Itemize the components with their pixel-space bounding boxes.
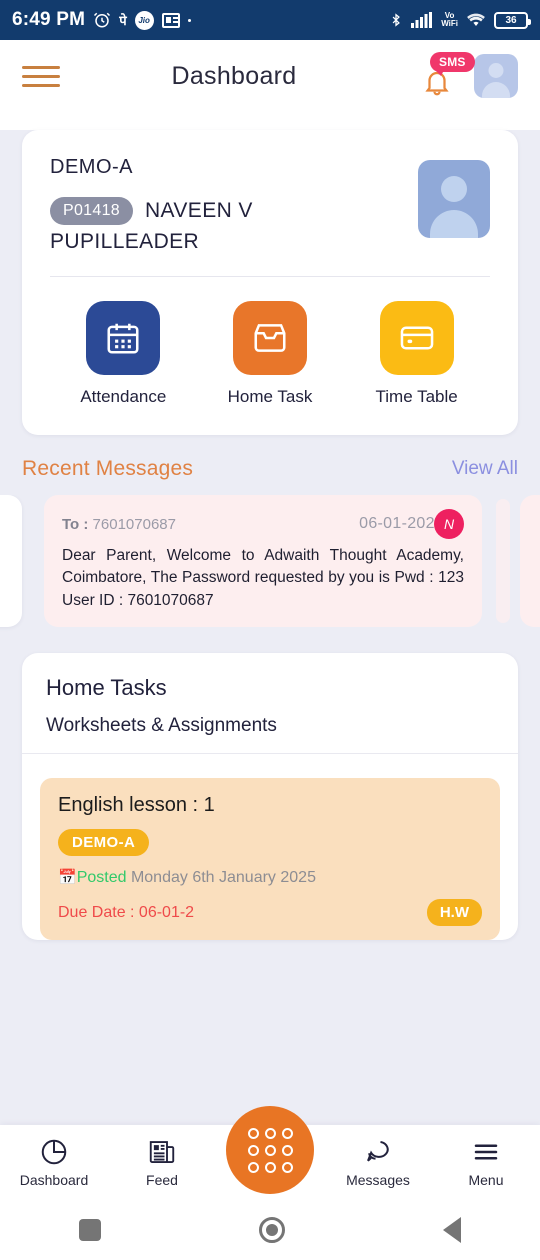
grid-apps-icon bbox=[247, 1127, 293, 1173]
notification-bell-button[interactable]: SMS bbox=[418, 52, 475, 100]
message-meta-row: To : 7601070687 06-01-2025 N bbox=[62, 509, 464, 539]
triangle-back-icon[interactable] bbox=[443, 1217, 461, 1243]
wifi-icon bbox=[466, 12, 486, 28]
pie-chart-icon bbox=[41, 1139, 67, 1165]
android-navigation-bar bbox=[0, 1200, 540, 1260]
message-card-peek-right-far[interactable] bbox=[496, 499, 510, 623]
home-tasks-header: Home Tasks Worksheets & Assignments bbox=[22, 653, 518, 753]
task-row[interactable]: English lesson : 1 DEMO-A 📅Posted Monday… bbox=[40, 778, 500, 940]
app-header: Dashboard SMS bbox=[0, 40, 540, 112]
inbox-tray-icon bbox=[254, 324, 286, 352]
home-task-icon-tile bbox=[232, 301, 307, 375]
student-name-row: P01418 NAVEEN V bbox=[50, 197, 418, 225]
page-title: Dashboard bbox=[171, 61, 297, 90]
circle-home-icon[interactable] bbox=[259, 1217, 285, 1243]
nav-item-feed[interactable]: Feed bbox=[108, 1137, 216, 1188]
view-all-messages-link[interactable]: View All bbox=[452, 458, 518, 480]
dashboard-page: DEMO-A P01418 NAVEEN V PUPILLEADER Atten… bbox=[0, 130, 540, 1260]
chat-bubble-icon bbox=[367, 1141, 389, 1162]
message-to-label: To : bbox=[62, 515, 89, 533]
battery-icon: 36 bbox=[494, 11, 531, 29]
battery-level: 36 bbox=[505, 14, 517, 26]
android-status-bar: 6:49 PM पे Jio Vo WiFi 36 bbox=[0, 0, 540, 40]
sms-badge: SMS bbox=[430, 52, 475, 76]
profile-top-row: DEMO-A P01418 NAVEEN V PUPILLEADER bbox=[50, 156, 490, 254]
hamburger-icon bbox=[474, 1144, 498, 1160]
home-tasks-title: Home Tasks bbox=[46, 675, 167, 700]
quick-action-label: Time Table bbox=[375, 387, 458, 406]
message-to-number: 7601070687 bbox=[92, 515, 176, 533]
student-id-badge: P01418 bbox=[50, 197, 133, 225]
student-name: NAVEEN V bbox=[144, 199, 253, 222]
signal-bars-icon bbox=[411, 12, 433, 28]
profile-info: DEMO-A P01418 NAVEEN V PUPILLEADER bbox=[50, 156, 418, 254]
task-posted-date: Monday 6th January 2025 bbox=[130, 869, 316, 886]
news-icon bbox=[161, 12, 180, 28]
message-card-peek-left[interactable] bbox=[0, 495, 22, 627]
message-body: Dear Parent, Welcome to Adwaith Thought … bbox=[62, 547, 464, 609]
quick-action-label: Home Task bbox=[227, 387, 313, 406]
jio-icon: Jio bbox=[134, 10, 154, 30]
message-card-peek-right[interactable] bbox=[520, 495, 540, 627]
alarm-clock-icon bbox=[93, 11, 111, 29]
task-class-badge: DEMO-A bbox=[58, 829, 150, 856]
attendance-icon-tile bbox=[86, 301, 161, 375]
dot-icon bbox=[187, 18, 191, 22]
status-bar-left: 6:49 PM पे Jio bbox=[12, 9, 389, 31]
phonepe-icon: पे bbox=[119, 13, 127, 28]
calendar-icon bbox=[107, 323, 139, 354]
student-profile-card: DEMO-A P01418 NAVEEN V PUPILLEADER Atten… bbox=[22, 130, 518, 435]
quick-action-attendance[interactable]: Attendance bbox=[51, 301, 196, 407]
nav-label: Menu bbox=[468, 1172, 504, 1188]
nav-item-menu[interactable]: Menu bbox=[432, 1137, 540, 1188]
student-role: PUPILLEADER bbox=[50, 230, 200, 253]
task-due-row: Due Date : 06-01-2 H.W bbox=[58, 899, 482, 926]
student-photo-placeholder bbox=[418, 160, 490, 238]
square-recents-icon[interactable] bbox=[79, 1219, 101, 1241]
quick-actions-row: Attendance Home Task Time Table bbox=[50, 277, 490, 413]
message-recipient: To : 7601070687 bbox=[62, 516, 359, 533]
nav-item-dashboard[interactable]: Dashboard bbox=[0, 1137, 108, 1188]
home-tasks-card: Home Tasks Worksheets & Assignments Engl… bbox=[22, 653, 518, 940]
newspaper-icon bbox=[149, 1141, 175, 1163]
time-table-icon-tile bbox=[379, 301, 454, 375]
message-sender-avatar: N bbox=[434, 509, 464, 539]
header-actions: SMS bbox=[418, 52, 518, 100]
task-posted-row: 📅Posted Monday 6th January 2025 bbox=[58, 868, 482, 887]
task-type-badge: H.W bbox=[426, 899, 482, 926]
status-time: 6:49 PM bbox=[12, 9, 86, 30]
recent-messages-header: Recent Messages View All bbox=[0, 435, 540, 495]
quick-action-home-task[interactable]: Home Task bbox=[197, 301, 342, 407]
message-card[interactable]: To : 7601070687 06-01-2025 N Dear Parent… bbox=[44, 495, 482, 627]
recent-messages-title: Recent Messages bbox=[22, 457, 194, 480]
task-posted-label: Posted bbox=[76, 869, 127, 886]
messages-carousel[interactable]: To : 7601070687 06-01-2025 N Dear Parent… bbox=[0, 495, 540, 635]
home-tasks-divider bbox=[22, 753, 518, 754]
task-due-date: Due Date : 06-01-2 bbox=[58, 903, 195, 921]
class-name: DEMO-A bbox=[50, 156, 133, 178]
nav-label: Messages bbox=[346, 1172, 410, 1188]
card-icon bbox=[400, 326, 433, 350]
nav-label: Feed bbox=[146, 1172, 178, 1188]
nav-label: Dashboard bbox=[19, 1172, 89, 1188]
home-tasks-subtitle: Worksheets & Assignments bbox=[46, 715, 277, 736]
quick-action-label: Attendance bbox=[80, 387, 167, 406]
vowifi-icon: Vo WiFi bbox=[441, 11, 458, 28]
nav-item-messages[interactable]: Messages bbox=[324, 1137, 432, 1188]
status-bar-right: Vo WiFi 36 bbox=[389, 11, 531, 29]
message-date: 06-01-2025 bbox=[359, 515, 444, 532]
profile-avatar-icon[interactable] bbox=[474, 54, 518, 98]
quick-action-time-table[interactable]: Time Table bbox=[344, 301, 489, 407]
calendar-small-icon: 📅 bbox=[58, 869, 77, 886]
apps-grid-fab-button[interactable] bbox=[226, 1106, 314, 1194]
task-title: English lesson : 1 bbox=[58, 794, 215, 816]
bluetooth-icon bbox=[389, 11, 403, 29]
